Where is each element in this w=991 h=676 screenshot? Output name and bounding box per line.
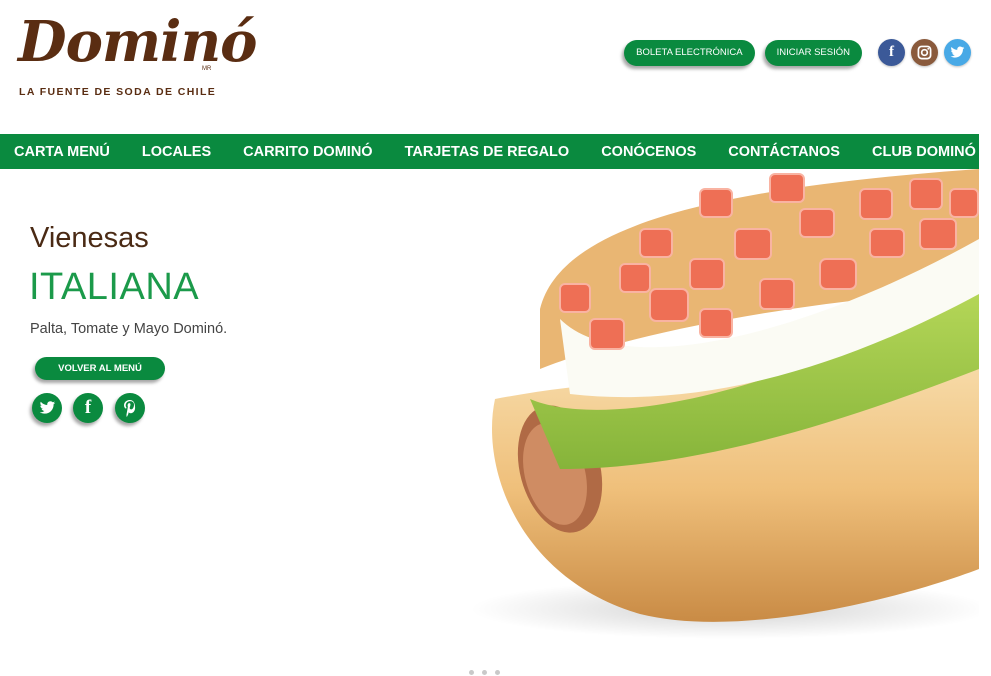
login-button[interactable]: INICIAR SESIÓN xyxy=(764,39,862,66)
nav-item-carta-menu[interactable]: CARTA MENÚ xyxy=(0,144,128,160)
back-to-menu-button[interactable]: VOLVER AL MENÚ xyxy=(35,357,165,380)
nav-item-locales[interactable]: LOCALES xyxy=(128,144,229,160)
brand-tagline: LA FUENTE DE SODA DE CHILE xyxy=(19,86,217,98)
instagram-icon[interactable] xyxy=(911,39,938,66)
nav-item-conocenos[interactable]: CONÓCENOS xyxy=(587,144,714,160)
carousel-dot[interactable] xyxy=(482,670,487,675)
carousel-dot[interactable] xyxy=(495,670,500,675)
boleta-electronica-button[interactable]: BOLETA ELECTRÓNICA xyxy=(624,39,755,66)
product-name: ITALIANA xyxy=(29,266,200,308)
carousel-dot[interactable] xyxy=(469,670,474,675)
nav-item-tarjetas-de-regalo[interactable]: TARJETAS DE REGALO xyxy=(391,144,588,160)
twitter-glyph xyxy=(39,401,55,414)
pinterest-glyph xyxy=(124,400,136,417)
brand-name: Dominó xyxy=(18,9,258,75)
brand-logo[interactable]: Dominó MR LA FUENTE DE SODA DE CHILE xyxy=(18,9,258,98)
nav-item-carrito-domino[interactable]: CARRITO DOMINÓ xyxy=(229,144,390,160)
main-nav: CARTA MENÚ LOCALES CARRITO DOMINÓ TARJET… xyxy=(0,134,979,169)
twitter-icon[interactable] xyxy=(32,393,62,423)
pinterest-icon[interactable] xyxy=(115,393,145,423)
instagram-glyph xyxy=(917,45,932,60)
brand-mark: MR xyxy=(202,66,212,72)
nav-item-contactanos[interactable]: CONTÁCTANOS xyxy=(714,144,858,160)
nav-item-club-domino[interactable]: CLUB DOMINÓ xyxy=(858,144,991,160)
product-description: Palta, Tomate y Mayo Dominó. xyxy=(30,321,228,337)
header-actions: BOLETA ELECTRÓNICA INICIAR SESIÓN f xyxy=(624,39,971,66)
carousel-dots xyxy=(469,670,508,675)
product-category: Vienesas xyxy=(30,222,149,254)
facebook-icon[interactable]: f xyxy=(878,39,905,66)
twitter-icon[interactable] xyxy=(944,39,971,66)
twitter-glyph xyxy=(950,46,965,58)
facebook-icon[interactable]: f xyxy=(73,393,103,423)
